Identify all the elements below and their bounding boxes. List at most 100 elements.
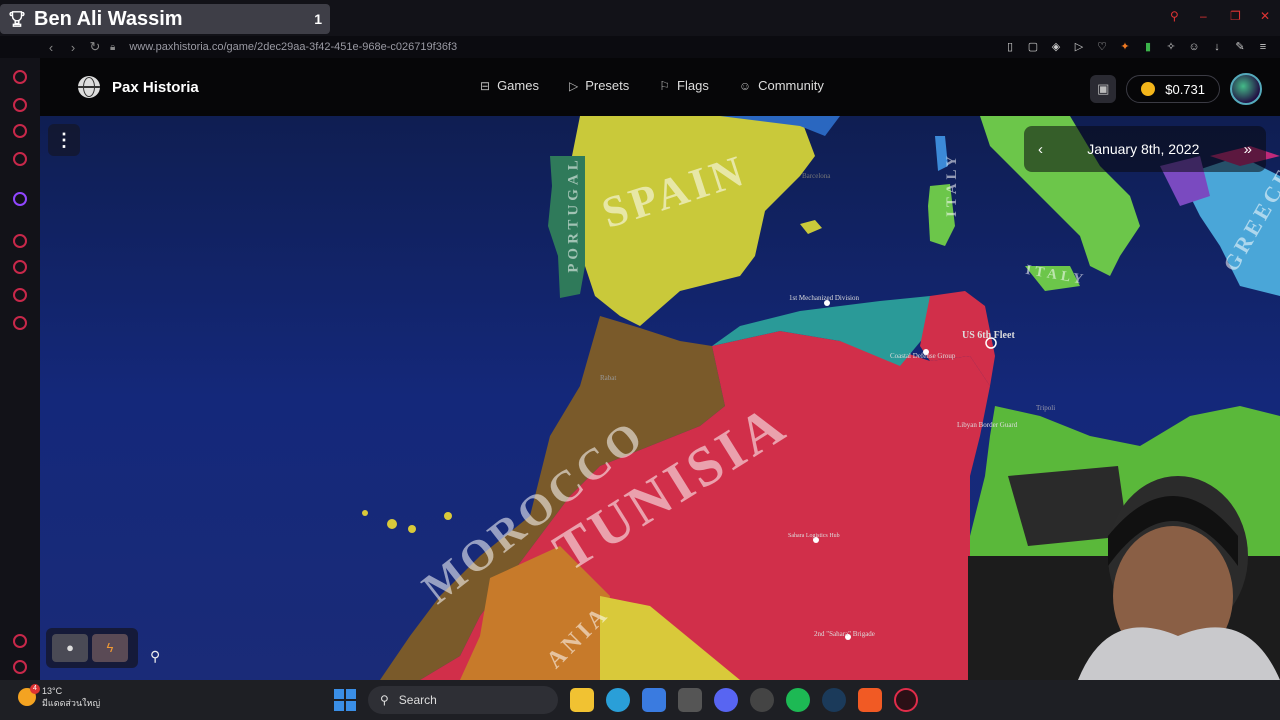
lock-icon: 🔒︎ [110,41,116,53]
country-label-italy: ITALY [944,151,961,218]
app2-icon[interactable] [750,688,774,712]
weather-temperature: 13°C [42,686,63,696]
sidebar-icon-4[interactable] [13,152,27,166]
discord-icon[interactable] [714,688,738,712]
unit-label-4[interactable]: Libyan Border Guard [957,421,1017,429]
site-header: Pax Historia ⊟ Games ▷ Presets ⚐ Flags ☺… [40,58,1280,116]
bookmark-icon[interactable]: ▯ [1003,40,1017,54]
heart-icon[interactable]: ♡ [1095,40,1109,54]
more-icon[interactable] [13,660,27,674]
opera-gx-icon[interactable] [894,688,918,712]
country-label-portugal: PORTUGAL [565,156,582,273]
trophy-icon [9,11,25,27]
puzzle-icon[interactable]: ✧ [1164,40,1178,54]
sidebar-icon-1[interactable] [13,70,27,84]
weather-description: มีแดดส่วนใหญ่ [42,698,101,708]
taskbar-search[interactable]: ⚲ Search [368,686,558,714]
map-search-button[interactable]: ⚲ [150,648,172,670]
chat-button[interactable]: ● [52,634,88,662]
back-icon[interactable]: ‹ [40,40,62,55]
screen: Ben Ali Wassim 1 ⚲ – ❐ ✕ ‹ › ↻ 🔒︎ www.pa… [0,0,1280,720]
unit-label-1[interactable]: 1st Mechanized Division [789,294,859,302]
canary-island-4[interactable] [362,510,368,516]
extension-green-icon[interactable]: ▮ [1141,40,1155,54]
streamer-name: Ben Ali Wassim [34,7,183,30]
weather-widget[interactable]: 4 13°C มีแดดส่วนใหญ่ [18,684,101,709]
play-icon: ▷ [568,78,579,93]
balearic-island[interactable] [800,220,822,234]
canary-island-2[interactable] [408,525,416,533]
taskbar: 4 13°C มีแดดส่วนใหญ่ ⚲ Search [0,680,1280,720]
menu-icon[interactable]: ≡ [1256,40,1270,54]
lightning-icon: ϟ [106,640,114,655]
shield-icon[interactable]: ◈ [1049,40,1063,54]
map-action-bar: ● ϟ [46,628,138,668]
window-controls: ⚲ – ❐ ✕ [1170,10,1272,22]
weather-badge: 4 [30,684,40,694]
unit-label-6[interactable]: 2nd "Sahara" Brigade [814,630,875,638]
brave-icon[interactable] [858,688,882,712]
file-explorer-icon[interactable] [570,688,594,712]
brand[interactable]: Pax Historia [78,76,199,98]
close-icon[interactable]: ✕ [1260,10,1272,22]
search-icon[interactable]: ⚲ [1170,10,1182,22]
canary-island-1[interactable] [387,519,397,529]
nav-games[interactable]: ⊟ Games [480,78,539,93]
nav-presets[interactable]: ▷ Presets [569,78,629,93]
sidebar-icon-7[interactable] [13,260,27,274]
browser-tab-bar: Ben Ali Wassim 1 ⚲ – ❐ ✕ [0,0,1280,36]
nav-community[interactable]: ☺ Community [739,78,824,93]
twitch-icon[interactable] [13,192,27,206]
screenshot-icon[interactable]: ▢ [1026,40,1040,54]
brand-title: Pax Historia [112,78,199,96]
action-button[interactable]: ϟ [92,634,128,662]
url-text[interactable]: www.paxhistoria.co/game/2dec29aa-3f42-45… [129,41,457,53]
app-icon[interactable] [678,688,702,712]
current-date: January 8th, 2022 [1087,141,1200,157]
webcam-overlay [968,466,1280,680]
search-icon: ⚲ [150,648,161,664]
extension-icons: ▯ ▢ ◈ ▷ ♡ ✦ ▮ ✧ ☺ ↓ ✎ ≡ [1003,40,1270,54]
city-label-2: Rabat [600,374,617,382]
gx-icon[interactable] [13,634,27,648]
nav-flags-label: Flags [677,78,709,93]
forward-icon[interactable]: › [62,40,84,55]
sidebar-icon-8[interactable] [13,288,27,302]
play-icon[interactable]: ▷ [1072,40,1086,54]
gift-button[interactable]: ▣ [1090,75,1117,103]
advance-date-icon[interactable]: » [1244,141,1252,158]
balance-button[interactable]: $0.731 [1126,75,1220,103]
flag-icon: ⚐ [659,78,671,93]
sidebar-icon-3[interactable] [13,124,27,138]
canary-island-3[interactable] [444,512,452,520]
city-label-1: Barcelona [802,172,831,180]
community-icon: ☺ [738,78,752,93]
minimize-icon[interactable]: – [1200,10,1212,22]
settings-icon[interactable] [13,316,27,330]
browser-sidebar [0,58,40,680]
profile-icon[interactable]: ☺ [1187,40,1201,54]
taskbar-search-label: Search [398,693,437,707]
sidebar-icon-2[interactable] [13,98,27,112]
nav-presets-label: Presets [585,78,630,93]
spotify-icon[interactable] [786,688,810,712]
map-menu-button[interactable]: ⋮ [48,124,80,156]
unit-label-5[interactable]: Sahara Logistics Hub [788,533,840,539]
sidebar-icon-6[interactable] [13,234,27,248]
store-icon[interactable] [642,688,666,712]
chat-icon: ● [66,640,74,655]
maximize-icon[interactable]: ❐ [1230,10,1242,22]
unit-label-2[interactable]: Coastal Defense Group [890,352,955,360]
nav-flags[interactable]: ⚐ Flags [659,78,709,93]
edge-icon[interactable] [606,688,630,712]
reload-icon[interactable]: ↻ [84,39,106,55]
steam-icon[interactable] [822,688,846,712]
download-icon[interactable]: ↓ [1210,40,1224,54]
ai-icon[interactable]: ✎ [1233,40,1247,54]
sun-icon: 4 [18,684,40,706]
unit-label-3[interactable]: US 6th Fleet [962,330,1015,341]
prev-date-icon[interactable]: ‹ [1038,141,1043,158]
extension-orange-icon[interactable]: ✦ [1118,40,1132,54]
avatar[interactable] [1230,73,1262,105]
windows-start-icon[interactable] [334,689,356,711]
